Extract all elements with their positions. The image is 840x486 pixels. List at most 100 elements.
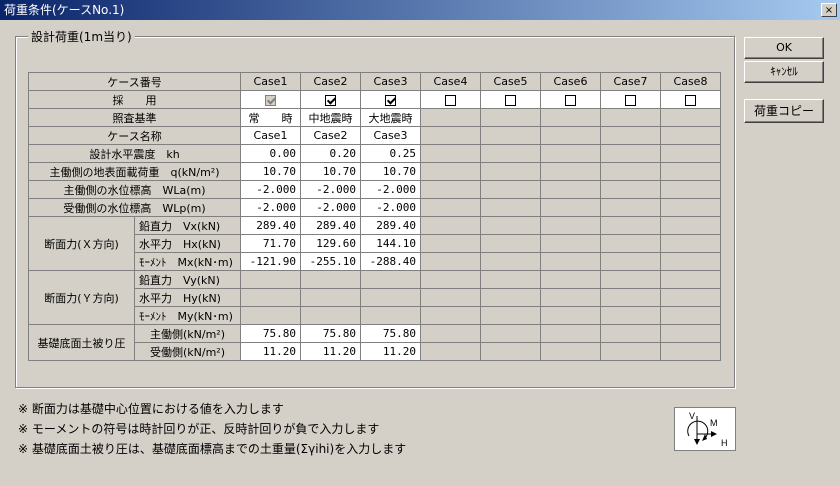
kh-cell-case2[interactable]: 0.20 <box>300 144 361 163</box>
axis-icon: V M H <box>687 411 728 448</box>
hx-cell-case1[interactable]: 71.70 <box>240 234 301 253</box>
basis-label: 照査基準 <box>28 108 241 127</box>
passive-soil-cell-case5 <box>480 342 541 361</box>
surcharge-q-row: 主働側の地表面載荷重 q(kN/m²) 10.70 10.70 10.70 <box>28 162 721 181</box>
adopt-checkbox-case7[interactable] <box>625 94 636 106</box>
basis-cell-case5 <box>480 108 541 127</box>
water-level-wla-cell-case2[interactable]: -2.000 <box>300 180 361 199</box>
vy-cell-case5 <box>480 270 541 289</box>
vx-cell-case2[interactable]: 289.40 <box>300 216 361 235</box>
hy-cell-case5 <box>480 288 541 307</box>
vy-cell-case1 <box>240 270 301 289</box>
vx-cell-case4 <box>420 216 481 235</box>
case-header-8: Case8 <box>660 72 721 91</box>
my-cell-case3 <box>360 306 421 325</box>
hx-cell-case2[interactable]: 129.60 <box>300 234 361 253</box>
water-level-wlp-cell-case2[interactable]: -2.000 <box>300 198 361 217</box>
water-level-wla-cell-case1[interactable]: -2.000 <box>240 180 301 199</box>
water-level-wlp-label: 受働側の水位標高 WLp(m) <box>28 198 241 217</box>
case-name-cell-case2[interactable]: Case2 <box>300 126 361 145</box>
adopt-cell-case2 <box>300 90 361 109</box>
case-name-label: ケース名称 <box>28 126 241 145</box>
adopt-row: 採 用 <box>28 90 721 109</box>
active-soil-cell-case2[interactable]: 75.80 <box>300 324 361 343</box>
close-button[interactable]: × <box>821 3 837 17</box>
cancel-button[interactable]: ｷｬﾝｾﾙ <box>744 61 824 83</box>
note-3: ※ 基礎底面土被り圧は、基礎底面標高までの土重量(Σγihi)を入力します <box>18 442 407 456</box>
kh-cell-case3[interactable]: 0.25 <box>360 144 421 163</box>
mx-cell-case8 <box>660 252 721 271</box>
surcharge-q-label: 主働側の地表面載荷重 q(kN/m²) <box>28 162 241 181</box>
adopt-checkbox-case8[interactable] <box>685 94 696 106</box>
passive-soil-cell-case3[interactable]: 11.20 <box>360 342 421 361</box>
adopt-cell-case3 <box>360 90 421 109</box>
active-soil-cell-case8 <box>660 324 721 343</box>
adopt-checkbox-case4[interactable] <box>445 94 456 106</box>
vx-cell-case6 <box>540 216 601 235</box>
case-name-cell-case3[interactable]: Case3 <box>360 126 421 145</box>
mx-cell-case1[interactable]: -121.90 <box>240 252 301 271</box>
hx-cell-case3[interactable]: 144.10 <box>360 234 421 253</box>
active-soil-row: 基礎底面土被り圧 主働側(kN/m²) 75.80 75.80 75.80 <box>28 324 721 361</box>
hx-cell-case5 <box>480 234 541 253</box>
water-level-wlp-cell-case1[interactable]: -2.000 <box>240 198 301 217</box>
basis-cell-case4 <box>420 108 481 127</box>
axis-h-label: H <box>721 438 728 448</box>
vy-cell-case2 <box>300 270 361 289</box>
header-row: ケース番号 Case1 Case2 Case3 Case4 Case5 Case6 Case7… <box>28 72 721 91</box>
passive-soil-label: 受働側(kN/m²) <box>134 342 241 361</box>
vx-cell-case7 <box>600 216 661 235</box>
active-soil-cell-case1[interactable]: 75.80 <box>240 324 301 343</box>
basis-cell-case1[interactable]: 常 時 <box>240 108 301 127</box>
adopt-checkbox-case6[interactable] <box>565 94 576 106</box>
surcharge-q-cell-case4 <box>420 162 481 181</box>
surcharge-q-cell-case6 <box>540 162 601 181</box>
vx-cell-case3[interactable]: 289.40 <box>360 216 421 235</box>
mx-cell-case7 <box>600 252 661 271</box>
adopt-checkbox-case2[interactable] <box>325 94 336 106</box>
basis-cell-case8 <box>660 108 721 127</box>
sign-convention-diagram: V M H <box>674 407 736 451</box>
my-cell-case4 <box>420 306 481 325</box>
surcharge-q-cell-case2[interactable]: 10.70 <box>300 162 361 181</box>
basis-cell-case3[interactable]: 大地震時 <box>360 108 421 127</box>
hy-cell-case3 <box>360 288 421 307</box>
passive-soil-cell-case4 <box>420 342 481 361</box>
vy-row: 断面力(Ｙ方向) 鉛直力 Vy(kN) <box>28 270 721 325</box>
hx-cell-case8 <box>660 234 721 253</box>
vx-cell-case8 <box>660 216 721 235</box>
title-bar: 荷重条件(ケースNo.1) × <box>0 0 840 20</box>
ok-button[interactable]: OK <box>744 37 824 59</box>
kh-cell-case6 <box>540 144 601 163</box>
vx-row: 断面力(Ｘ方向) 鉛直力 Vx(kN) 289.40 289.40 289.40 <box>28 216 721 271</box>
kh-row: 設計水平震度 kh 0.00 0.20 0.25 <box>28 144 721 163</box>
kh-cell-case1[interactable]: 0.00 <box>240 144 301 163</box>
water-level-wlp-cell-case6 <box>540 198 601 217</box>
surcharge-q-cell-case3[interactable]: 10.70 <box>360 162 421 181</box>
hy-cell-case1 <box>240 288 301 307</box>
water-level-wlp-cell-case3[interactable]: -2.000 <box>360 198 421 217</box>
case-header-3: Case3 <box>360 72 421 91</box>
passive-soil-cell-case2[interactable]: 11.20 <box>300 342 361 361</box>
vx-cell-case1[interactable]: 289.40 <box>240 216 301 235</box>
kh-cell-case4 <box>420 144 481 163</box>
vy-cell-case3 <box>360 270 421 289</box>
passive-soil-cell-case8 <box>660 342 721 361</box>
surcharge-q-cell-case1[interactable]: 10.70 <box>240 162 301 181</box>
water-level-wla-cell-case4 <box>420 180 481 199</box>
active-soil-cell-case3[interactable]: 75.80 <box>360 324 421 343</box>
mx-cell-case2[interactable]: -255.10 <box>300 252 361 271</box>
passive-soil-cell-case1[interactable]: 11.20 <box>240 342 301 361</box>
case-name-cell-case1[interactable]: Case1 <box>240 126 301 145</box>
water-level-wla-cell-case3[interactable]: -2.000 <box>360 180 421 199</box>
case-header-5: Case5 <box>480 72 541 91</box>
passive-soil-cell-case6 <box>540 342 601 361</box>
basis-cell-case2[interactable]: 中地震時 <box>300 108 361 127</box>
adopt-cell-case1 <box>240 90 301 109</box>
adopt-checkbox-case5[interactable] <box>505 94 516 106</box>
mx-cell-case5 <box>480 252 541 271</box>
load-copy-button[interactable]: 荷重コピー <box>744 99 824 123</box>
adopt-checkbox-case3[interactable] <box>385 94 396 106</box>
mx-cell-case3[interactable]: -288.40 <box>360 252 421 271</box>
adopt-cell-case5 <box>480 90 541 109</box>
